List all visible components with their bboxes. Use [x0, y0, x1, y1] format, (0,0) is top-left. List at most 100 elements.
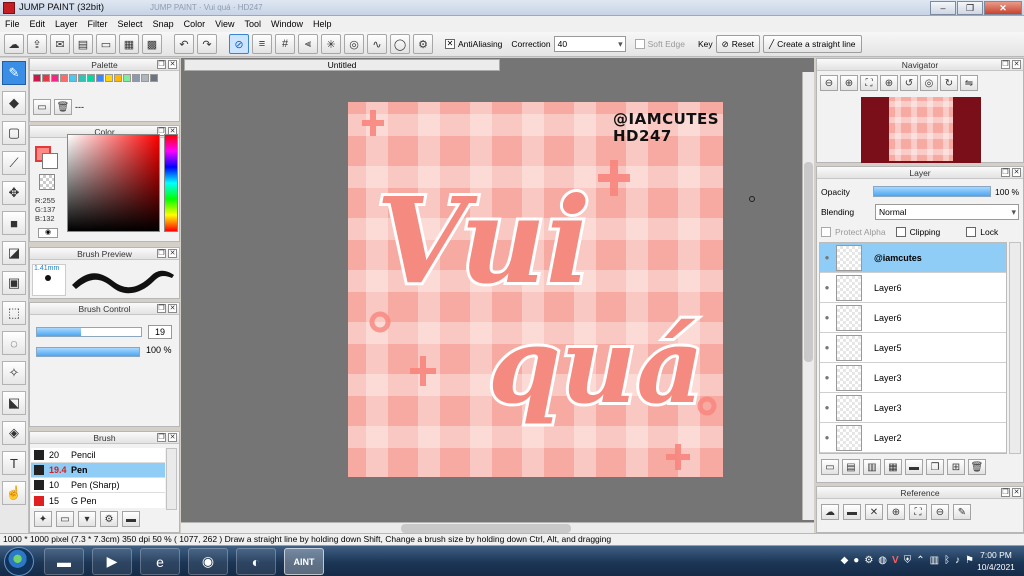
- panel-close-icon[interactable]: ✕: [1012, 488, 1021, 497]
- menu-filter[interactable]: Filter: [83, 19, 113, 29]
- palette-swatch[interactable]: [105, 74, 113, 82]
- blending-select[interactable]: Normal: [875, 204, 1019, 220]
- panel-float-icon[interactable]: ❐: [1001, 168, 1010, 177]
- bucket-tool-icon[interactable]: ◪: [2, 241, 26, 265]
- menu-edit[interactable]: Edit: [25, 19, 51, 29]
- magic-wand-tool-icon[interactable]: ✧: [2, 361, 26, 385]
- text-tool-icon[interactable]: T: [2, 451, 26, 475]
- layer-visibility-icon[interactable]: ●: [820, 373, 834, 382]
- selection-tool-icon[interactable]: ▢: [2, 121, 26, 145]
- page-icon[interactable]: ▭: [96, 34, 116, 54]
- panel-float-icon[interactable]: ❐: [157, 249, 166, 258]
- protect-alpha-checkbox[interactable]: [821, 227, 831, 237]
- palette-swatch[interactable]: [78, 74, 86, 82]
- new-halftone-layer-icon[interactable]: ▦: [884, 459, 902, 475]
- select-pen-tool-icon[interactable]: ⬕: [2, 391, 26, 415]
- explorer-icon[interactable]: ▬: [44, 548, 84, 575]
- palette-swatch[interactable]: [141, 74, 149, 82]
- panel-close-icon[interactable]: ✕: [1012, 60, 1021, 69]
- menu-help[interactable]: Help: [308, 19, 337, 29]
- grid-snap-icon[interactable]: #: [275, 34, 295, 54]
- fit-window-icon[interactable]: ⛶: [860, 75, 878, 91]
- reset-rotation-icon[interactable]: ◎: [920, 75, 938, 91]
- brush-opacity-slider[interactable]: [36, 347, 140, 357]
- layer-visibility-icon[interactable]: ●: [820, 403, 834, 412]
- line-tool-icon[interactable]: ⟋: [2, 151, 26, 175]
- palette-new-icon[interactable]: ▭: [33, 99, 51, 115]
- layer-visibility-icon[interactable]: ●: [820, 313, 834, 322]
- brush-new-icon[interactable]: ▭: [56, 511, 74, 527]
- brush-item-pen[interactable]: 19.4 Pen: [31, 463, 165, 478]
- palette-swatch[interactable]: [96, 74, 104, 82]
- layer-visibility-icon[interactable]: ●: [820, 343, 834, 352]
- curve-snap-icon[interactable]: ∿: [367, 34, 387, 54]
- comment-icon[interactable]: ✉: [50, 34, 70, 54]
- palette-swatch[interactable]: [42, 74, 50, 82]
- soft-edge-checkbox[interactable]: [634, 39, 645, 49]
- layer-opacity-slider[interactable]: [873, 186, 991, 197]
- reference-open-icon[interactable]: ▬: [843, 504, 861, 520]
- pen-tool-icon[interactable]: ✎: [2, 61, 26, 85]
- delete-layer-icon[interactable]: 🗑: [968, 459, 986, 475]
- tray-bluetooth-icon[interactable]: ᛒ: [944, 555, 950, 566]
- brush-folder-icon[interactable]: ▬: [122, 511, 140, 527]
- panel-close-icon[interactable]: ✕: [168, 433, 177, 442]
- panel-float-icon[interactable]: ❐: [1001, 488, 1010, 497]
- chrome-icon[interactable]: ◉: [188, 548, 228, 575]
- brush-options-icon[interactable]: ▾: [78, 511, 96, 527]
- panel-float-icon[interactable]: ❐: [1001, 60, 1010, 69]
- tray-settings-icon[interactable]: ⚙: [864, 555, 873, 566]
- saturation-value-picker[interactable]: [67, 134, 160, 232]
- menu-window[interactable]: Window: [266, 19, 308, 29]
- reference-cloud-icon[interactable]: ☁: [821, 504, 839, 520]
- note-icon[interactable]: ▤: [73, 34, 93, 54]
- tray-chevron-icon[interactable]: ⌃: [916, 555, 924, 566]
- actual-size-icon[interactable]: ⊕: [880, 75, 898, 91]
- ie-icon[interactable]: e: [140, 548, 180, 575]
- brush-item-pen-sharp[interactable]: 10 Pen (Sharp): [31, 478, 165, 493]
- panel-float-icon[interactable]: ❐: [157, 304, 166, 313]
- layer-row[interactable]: ● Layer6: [820, 273, 1006, 303]
- snap-off-icon[interactable]: ⊘: [229, 34, 249, 54]
- zoom-in-icon[interactable]: ⊕: [840, 75, 858, 91]
- layer-list-scrollbar[interactable]: [1009, 242, 1021, 454]
- media-player-icon[interactable]: ▶: [92, 548, 132, 575]
- antialiasing-checkbox[interactable]: ✕: [445, 39, 455, 49]
- menu-view[interactable]: View: [210, 19, 239, 29]
- rect-select-tool-icon[interactable]: ⬚: [2, 301, 26, 325]
- rotate-right-icon[interactable]: ↻: [940, 75, 958, 91]
- shape-fill-tool-icon[interactable]: ■: [2, 211, 26, 235]
- grid-layout-icon[interactable]: ▩: [142, 34, 162, 54]
- menu-file[interactable]: File: [0, 19, 25, 29]
- panel-close-icon[interactable]: ✕: [168, 60, 177, 69]
- hand-tool-icon[interactable]: ☝: [2, 481, 26, 505]
- tray-shield-icon[interactable]: ⛨: [904, 555, 912, 566]
- create-straight-line-button[interactable]: ╱ Create a straight line: [762, 35, 862, 53]
- brush-size-slider[interactable]: [36, 327, 142, 337]
- brush-list-scrollbar[interactable]: [166, 448, 177, 510]
- lock-checkbox[interactable]: [966, 227, 977, 237]
- radial-snap-icon[interactable]: ✳: [321, 34, 341, 54]
- gradient-tool-icon[interactable]: ▣: [2, 271, 26, 295]
- palette-set-name[interactable]: ---: [75, 102, 84, 112]
- correction-select[interactable]: 40: [553, 36, 626, 52]
- brush-add-icon[interactable]: ✦: [34, 511, 52, 527]
- transparent-color-swatch[interactable]: [39, 174, 55, 190]
- menu-select[interactable]: Select: [113, 19, 148, 29]
- jump-paint-taskbar-button[interactable]: AINT: [284, 548, 324, 575]
- document-tab[interactable]: Untitled: [184, 59, 500, 71]
- rotate-left-icon[interactable]: ↺: [900, 75, 918, 91]
- color-mode-icon[interactable]: ◉: [38, 228, 58, 238]
- artwork-canvas[interactable]: Vui quá @IAMCUTES HD247: [348, 102, 723, 477]
- layer-visibility-icon[interactable]: ●: [820, 433, 834, 442]
- layer-row[interactable]: ● Layer3: [820, 363, 1006, 393]
- start-button[interactable]: [4, 547, 34, 576]
- cloud-icon[interactable]: ☁: [4, 34, 24, 54]
- palette-swatch[interactable]: [51, 74, 59, 82]
- restore-button[interactable]: ❐: [957, 1, 983, 15]
- layer-row[interactable]: ● Layer3: [820, 393, 1006, 423]
- brush-item-pencil[interactable]: 20 Pencil: [31, 448, 165, 463]
- reference-zoom-in-icon[interactable]: ⊕: [887, 504, 905, 520]
- undo-icon[interactable]: ↶: [174, 34, 194, 54]
- palette-swatch[interactable]: [69, 74, 77, 82]
